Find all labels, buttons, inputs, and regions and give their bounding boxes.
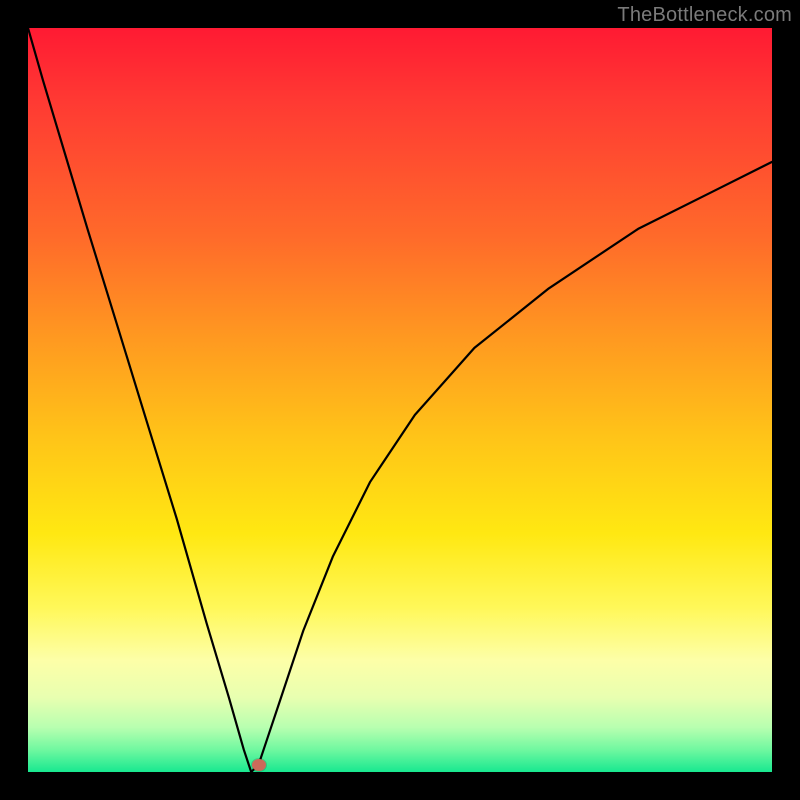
plot-area	[28, 28, 772, 772]
chart-frame: TheBottleneck.com	[0, 0, 800, 800]
bottleneck-curve	[28, 28, 772, 772]
min-point-marker	[252, 759, 266, 771]
watermark-text: TheBottleneck.com	[617, 4, 792, 27]
